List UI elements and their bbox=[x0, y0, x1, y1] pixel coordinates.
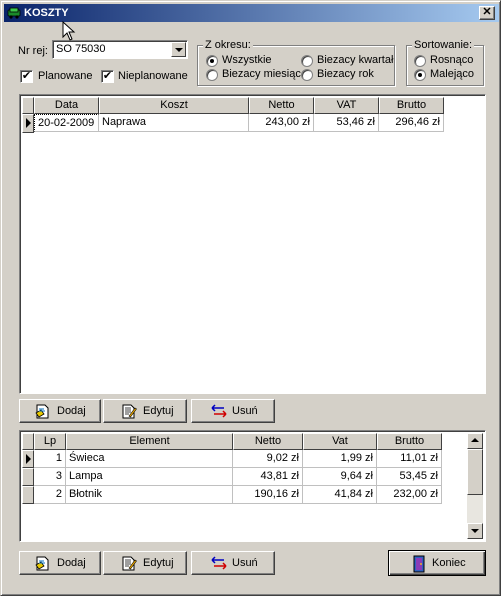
planowane-label: Planowane bbox=[38, 70, 93, 82]
row-indicator bbox=[22, 486, 34, 504]
checkmark-icon: ✔ bbox=[21, 70, 32, 82]
elements-cell-netto[interactable]: 190,16 zł bbox=[233, 486, 303, 504]
elements-grid[interactable]: Lp Element Netto Vat Brutto 1 Świeca 9,0… bbox=[19, 430, 486, 542]
elements-cell-brutto[interactable]: 53,45 zł bbox=[377, 468, 442, 486]
costs-add-button[interactable]: Dodaj bbox=[19, 399, 101, 423]
elements-cell-element[interactable]: Świeca bbox=[66, 450, 233, 468]
chevron-down-icon[interactable] bbox=[171, 42, 186, 57]
elements-header-netto[interactable]: Netto bbox=[233, 433, 303, 450]
window-title: KOSZTY bbox=[24, 7, 69, 19]
costs-cell-koszt[interactable]: Naprawa bbox=[99, 114, 249, 132]
koszty-window: KOSZTY ✕ Nr rej: SO 75030 ✔ Planowane ✔ … bbox=[0, 0, 501, 596]
elements-add-label: Dodaj bbox=[57, 557, 86, 569]
koniec-button[interactable]: Koniec bbox=[388, 550, 486, 576]
elements-cell-vat[interactable]: 1,99 zł bbox=[303, 450, 377, 468]
koniec-label: Koniec bbox=[432, 557, 466, 569]
period-option-biezacy-rok: Biezacy rok bbox=[317, 68, 374, 80]
green-car-icon bbox=[7, 7, 21, 19]
title-bar[interactable]: KOSZTY bbox=[4, 4, 499, 22]
period-option-biezacy-kwartal: Biezacy kwartał bbox=[317, 54, 394, 66]
add-document-icon bbox=[35, 556, 49, 571]
scroll-down-arrow-icon[interactable] bbox=[467, 523, 483, 539]
row-pointer-icon bbox=[22, 450, 34, 468]
elements-cell-element[interactable]: Błotnik bbox=[66, 486, 233, 504]
period-caption: Z okresu: bbox=[203, 39, 253, 51]
costs-header-netto[interactable]: Netto bbox=[249, 97, 314, 114]
elements-edit-button[interactable]: Edytuj bbox=[103, 551, 187, 575]
elements-cell-element[interactable]: Lampa bbox=[66, 468, 233, 486]
nr-rej-label: Nr rej: bbox=[18, 45, 48, 57]
elements-delete-button[interactable]: Usuń bbox=[191, 551, 275, 575]
nieplanowane-label: Nieplanowane bbox=[118, 70, 188, 82]
close-window-button[interactable]: ✕ bbox=[479, 6, 495, 20]
costs-edit-button[interactable]: Edytuj bbox=[103, 399, 187, 423]
edit-document-icon bbox=[122, 556, 137, 571]
elements-cell-brutto[interactable]: 11,01 zł bbox=[377, 450, 442, 468]
elements-header-brutto[interactable]: Brutto bbox=[377, 433, 442, 450]
costs-grid[interactable]: Data Koszt Netto VAT Brutto 20-02-2009 N… bbox=[19, 94, 486, 394]
elements-header-vat[interactable]: Vat bbox=[303, 433, 377, 450]
sort-radio-malejaco[interactable] bbox=[414, 69, 426, 81]
nieplanowane-checkbox[interactable]: ✔ bbox=[101, 70, 114, 83]
nr-rej-value: SO 75030 bbox=[56, 43, 106, 55]
period-radio-wszystkie[interactable] bbox=[206, 55, 218, 67]
planowane-checkbox[interactable]: ✔ bbox=[20, 70, 33, 83]
elements-add-button[interactable]: Dodaj bbox=[19, 551, 101, 575]
sort-option-rosnaco: Rosnąco bbox=[430, 54, 474, 66]
delete-arrows-icon bbox=[211, 404, 227, 418]
edit-document-icon bbox=[122, 404, 137, 419]
elements-delete-label: Usuń bbox=[232, 557, 258, 569]
row-indicator bbox=[22, 468, 34, 486]
costs-header-vat[interactable]: VAT bbox=[314, 97, 379, 114]
elements-scrollbar[interactable] bbox=[467, 433, 483, 539]
sort-radio-rosnaco[interactable] bbox=[414, 55, 426, 67]
period-radio-biezacy-kwartal[interactable] bbox=[301, 55, 313, 67]
nr-rej-combo[interactable]: SO 75030 bbox=[52, 40, 188, 59]
costs-edit-label: Edytuj bbox=[143, 405, 174, 417]
costs-header-koszt[interactable]: Koszt bbox=[99, 97, 249, 114]
period-option-biezacy-miesiac: Biezacy miesiąc bbox=[222, 68, 301, 80]
checkmark-icon: ✔ bbox=[102, 70, 113, 82]
elements-cell-netto[interactable]: 43,81 zł bbox=[233, 468, 303, 486]
elements-cell-vat[interactable]: 9,64 zł bbox=[303, 468, 377, 486]
scroll-up-arrow-icon[interactable] bbox=[467, 433, 483, 449]
sort-option-malejaco: Malejąco bbox=[430, 68, 475, 80]
elements-cell-brutto[interactable]: 232,00 zł bbox=[377, 486, 442, 504]
elements-cell-lp[interactable]: 1 bbox=[34, 450, 66, 468]
elements-cell-vat[interactable]: 41,84 zł bbox=[303, 486, 377, 504]
costs-cell-brutto[interactable]: 296,46 zł bbox=[379, 114, 444, 132]
period-radio-biezacy-rok[interactable] bbox=[301, 69, 313, 81]
scroll-thumb[interactable] bbox=[467, 449, 483, 495]
elements-indicator-header bbox=[22, 433, 34, 450]
costs-delete-button[interactable]: Usuń bbox=[191, 399, 275, 423]
elements-header-lp[interactable]: Lp bbox=[34, 433, 66, 450]
mouse-cursor-icon bbox=[62, 21, 76, 41]
elements-cell-lp[interactable]: 3 bbox=[34, 468, 66, 486]
elements-cell-lp[interactable]: 2 bbox=[34, 486, 66, 504]
costs-add-label: Dodaj bbox=[57, 405, 86, 417]
row-pointer-icon bbox=[22, 114, 34, 133]
door-exit-icon bbox=[413, 555, 425, 573]
costs-header-brutto[interactable]: Brutto bbox=[379, 97, 444, 114]
costs-cell-vat[interactable]: 53,46 zł bbox=[314, 114, 379, 132]
close-icon: ✕ bbox=[482, 6, 492, 18]
elements-header-element[interactable]: Element bbox=[66, 433, 233, 450]
period-option-wszystkie: Wszystkie bbox=[222, 54, 272, 66]
costs-cell-netto[interactable]: 243,00 zł bbox=[249, 114, 314, 132]
elements-cell-netto[interactable]: 9,02 zł bbox=[233, 450, 303, 468]
costs-header-data[interactable]: Data bbox=[34, 97, 99, 114]
sorting-caption: Sortowanie: bbox=[412, 39, 475, 51]
add-document-icon bbox=[35, 404, 49, 419]
elements-edit-label: Edytuj bbox=[143, 557, 174, 569]
delete-arrows-icon bbox=[211, 556, 227, 570]
period-radio-biezacy-miesiac[interactable] bbox=[206, 69, 218, 81]
costs-delete-label: Usuń bbox=[232, 405, 258, 417]
costs-indicator-header bbox=[22, 97, 34, 114]
costs-cell-data[interactable]: 20-02-2009 bbox=[34, 114, 99, 132]
